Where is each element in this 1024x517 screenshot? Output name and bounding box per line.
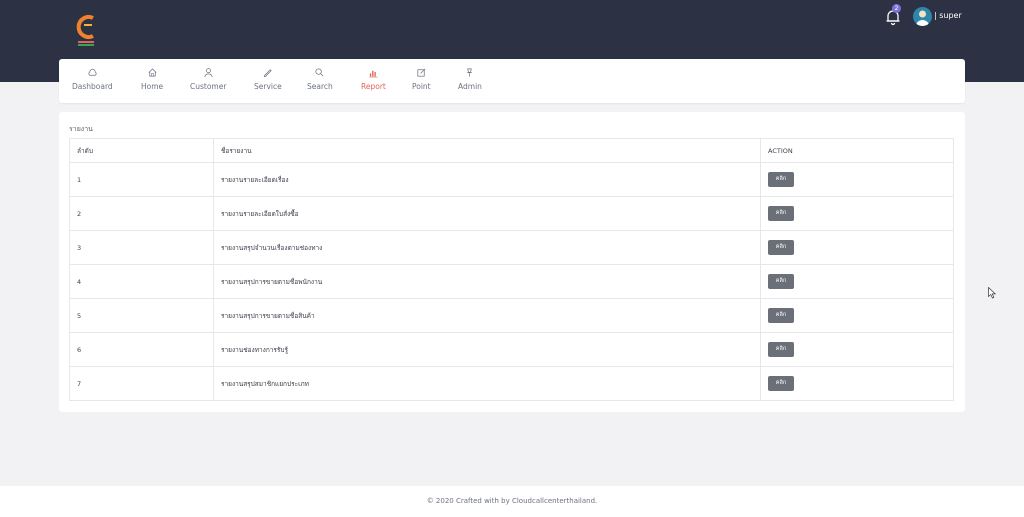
nav-label: Point <box>412 82 431 91</box>
report-name: รายงานสรุปสมาชิกแยกประเภท <box>213 366 761 401</box>
nav-item-customer[interactable]: Customer <box>190 67 226 91</box>
row-number: 3 <box>69 230 214 265</box>
user-icon <box>204 68 213 78</box>
cloud-icon <box>88 68 97 76</box>
action-cell: คลิก <box>760 298 954 333</box>
action-cell: คลิก <box>760 366 954 401</box>
pin-icon <box>467 68 473 77</box>
report-card: รายงาน ลำดับ ชื่อรายงาน ACTION 1 รายงานร… <box>59 112 965 412</box>
avatar[interactable] <box>913 7 932 26</box>
table-row: 1 รายงานรายละเอียดเรื่อง คลิก <box>69 162 954 197</box>
nav-item-home[interactable]: Home <box>141 67 163 91</box>
table-row: 4 รายงานสรุปการขายตามชื่อพนักงาน คลิก <box>69 264 954 299</box>
row-number: 7 <box>69 366 214 401</box>
row-number: 5 <box>69 298 214 333</box>
action-cell: คลิก <box>760 230 954 265</box>
nav-label: Home <box>141 82 164 91</box>
nav-item-service[interactable]: Service <box>254 67 282 91</box>
table-row: 2 รายงานรายละเอียดใบสั่งซื้อ คลิก <box>69 196 954 231</box>
column-header-action: ACTION <box>760 138 954 163</box>
column-header-report-name: ชื่อรายงาน <box>213 138 761 163</box>
report-name: รายงานสรุปจำนวนเรื่องตามช่องทาง <box>213 230 761 265</box>
user-avatar-icon <box>916 10 929 26</box>
report-name: รายงานสรุปการขายตามชื่อพนักงาน <box>213 264 761 299</box>
nav-label: Service <box>254 82 282 91</box>
nav-item-report[interactable]: Report <box>361 67 386 91</box>
click-button[interactable]: คลิก <box>768 376 794 391</box>
action-cell: คลิก <box>760 332 954 367</box>
row-number: 4 <box>69 264 214 299</box>
click-button[interactable]: คลิก <box>768 240 794 255</box>
user-name[interactable]: | super <box>934 11 962 20</box>
report-name: รายงานช่องทางการรับรู้ <box>213 332 761 367</box>
table-row: 5 รายงานสรุปการขายตามชื่อสินค้า คลิก <box>69 298 954 333</box>
pen-icon <box>264 69 273 78</box>
action-cell: คลิก <box>760 196 954 231</box>
search-icon <box>315 68 324 77</box>
click-button[interactable]: คลิก <box>768 172 794 187</box>
click-button[interactable]: คลิก <box>768 206 794 221</box>
row-number: 2 <box>69 196 214 231</box>
company-logo <box>76 15 94 46</box>
footer: © 2020 Crafted with by Cloudcallcenterth… <box>0 486 1024 517</box>
row-number: 1 <box>69 162 214 197</box>
click-button[interactable]: คลิก <box>768 308 794 323</box>
nav-label: Report <box>361 82 386 91</box>
action-cell: คลิก <box>760 264 954 299</box>
report-table: ลำดับ ชื่อรายงาน ACTION 1 รายงานรายละเอี… <box>69 138 954 401</box>
nav-label: Dashboard <box>72 82 113 91</box>
main-nav: Dashboard Home Customer Service Search R… <box>59 59 965 103</box>
mouse-cursor-icon <box>988 287 996 299</box>
report-name: รายงานรายละเอียดเรื่อง <box>213 162 761 197</box>
column-header-order: ลำดับ <box>69 138 214 163</box>
nav-item-search[interactable]: Search <box>307 67 333 91</box>
click-button[interactable]: คลิก <box>768 274 794 289</box>
action-cell: คลิก <box>760 162 954 197</box>
nav-label: Admin <box>458 82 482 91</box>
notification-badge: 2 <box>892 4 901 13</box>
nav-item-point[interactable]: Point <box>412 67 431 91</box>
nav-label: Customer <box>190 82 227 91</box>
table-row: 3 รายงานสรุปจำนวนเรื่องตามช่องทาง คลิก <box>69 230 954 265</box>
report-name: รายงานรายละเอียดใบสั่งซื้อ <box>213 196 761 231</box>
nav-label: Search <box>307 82 333 91</box>
table-header-row: ลำดับ ชื่อรายงาน ACTION <box>69 138 954 163</box>
table-row: 7 รายงานสรุปสมาชิกแยกประเภท คลิก <box>69 366 954 401</box>
edit-icon <box>417 68 426 77</box>
home-icon <box>148 68 157 77</box>
click-button[interactable]: คลิก <box>768 342 794 357</box>
nav-item-admin[interactable]: Admin <box>458 67 482 91</box>
table-row: 6 รายงานช่องทางการรับรู้ คลิก <box>69 332 954 367</box>
report-name: รายงานสรุปการขายตามชื่อสินค้า <box>213 298 761 333</box>
row-number: 6 <box>69 332 214 367</box>
page-title: รายงาน <box>69 125 93 133</box>
nav-item-dashboard[interactable]: Dashboard <box>72 67 113 91</box>
bar-chart-icon <box>369 70 378 78</box>
